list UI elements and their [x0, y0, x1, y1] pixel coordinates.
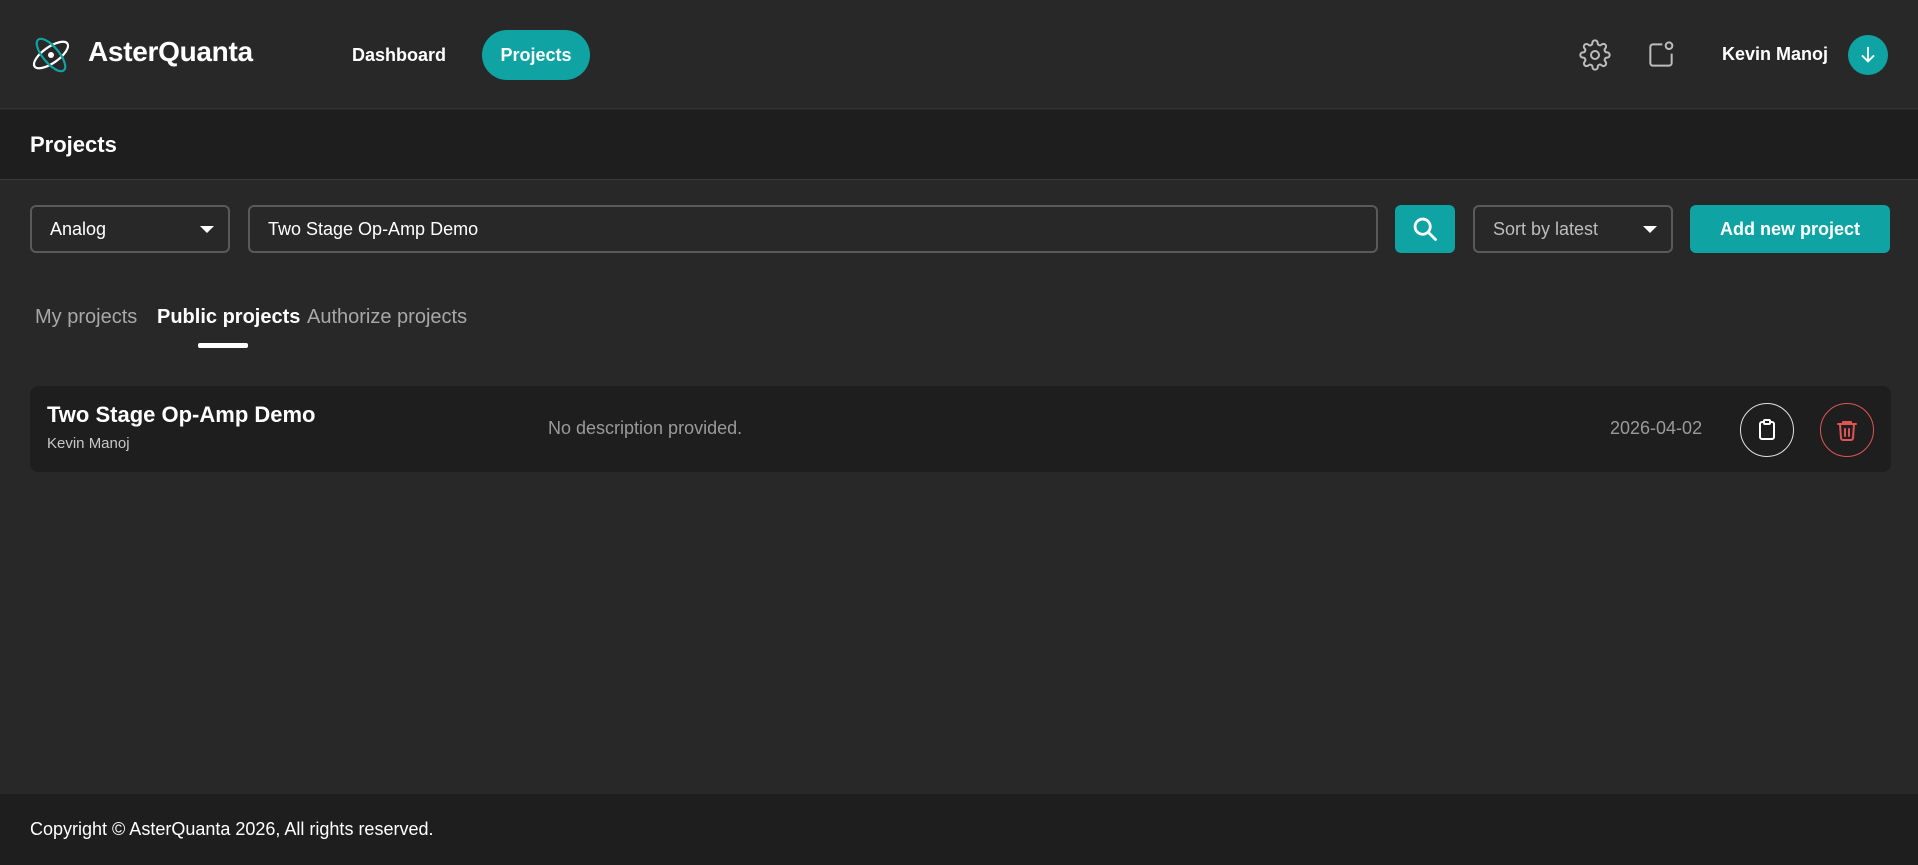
add-new-project-button[interactable]: Add new project — [1690, 205, 1890, 253]
page-title: Projects — [30, 132, 117, 157]
brand-name[interactable]: AsterQuanta — [88, 36, 253, 68]
footer: Copyright © AsterQuanta 2026, All rights… — [0, 794, 1918, 865]
sort-select[interactable]: Sort by latest — [1473, 205, 1673, 253]
category-select-value: Analog — [50, 218, 107, 239]
project-card[interactable]: Two Stage Op-Amp Demo Kevin Manoj No des… — [30, 386, 1891, 472]
arrow-down-icon — [1861, 46, 1875, 63]
active-tab-indicator — [198, 343, 248, 348]
clipboard-icon — [1759, 419, 1775, 440]
project-title[interactable]: Two Stage Op-Amp Demo — [47, 402, 316, 428]
copyright-text: Copyright © AsterQuanta 2026, All rights… — [30, 819, 434, 839]
sort-select-value: Sort by latest — [1493, 218, 1599, 239]
tab-public-projects[interactable]: Public projects — [157, 306, 300, 329]
copy-project-button[interactable] — [1740, 403, 1794, 457]
top-navigation-bar: AsterQuanta Dashboard Projects Kevin Man… — [0, 0, 1918, 109]
delete-project-button[interactable] — [1820, 403, 1874, 457]
search-input[interactable] — [248, 205, 1378, 253]
project-description: No description provided. — [548, 418, 743, 438]
project-owner: Kevin Manoj — [47, 435, 130, 452]
tab-my-projects[interactable]: My projects — [35, 306, 137, 329]
caret-down-icon — [1643, 226, 1657, 233]
search-icon — [1413, 217, 1437, 241]
project-date: 2026-04-02 — [1610, 418, 1703, 438]
gear-icon[interactable] — [1578, 38, 1612, 72]
nav-projects[interactable]: Projects — [482, 30, 590, 80]
search-button[interactable] — [1395, 205, 1455, 253]
notification-icon[interactable] — [1644, 38, 1678, 72]
nav-dashboard[interactable]: Dashboard — [334, 30, 464, 80]
page-title-band: Projects — [0, 110, 1918, 180]
user-name[interactable]: Kevin Manoj — [1722, 44, 1828, 65]
avatar[interactable] — [1848, 35, 1888, 75]
trash-icon — [1837, 421, 1857, 441]
caret-down-icon — [200, 226, 214, 233]
atom-logo-icon[interactable] — [28, 32, 74, 78]
category-select[interactable]: Analog — [30, 205, 230, 253]
tab-authorize-projects[interactable]: Authorize projects — [307, 306, 467, 329]
